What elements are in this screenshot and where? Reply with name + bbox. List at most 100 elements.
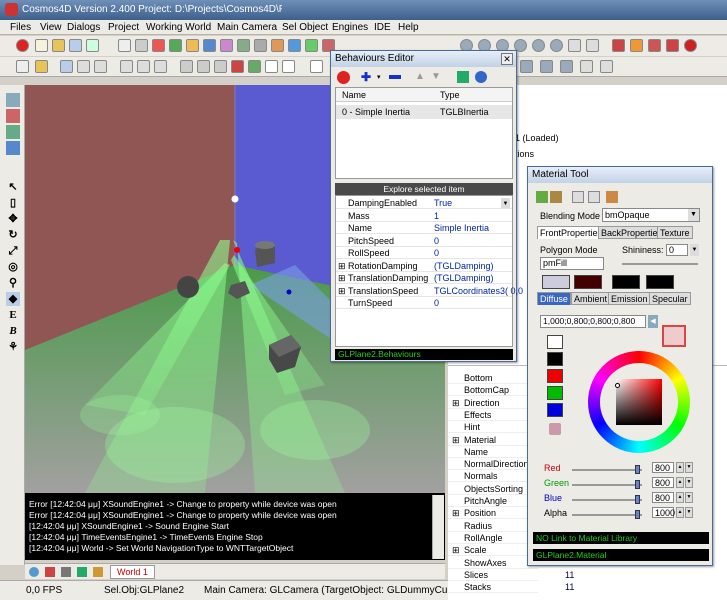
property-row[interactable]: Bottom	[448, 372, 538, 384]
property-row[interactable]: ⊞ Material	[448, 434, 538, 446]
tab-specular[interactable]: Specular	[649, 292, 691, 305]
target-icon[interactable]: ◎	[6, 260, 20, 274]
behaviour-property-row[interactable]: Name Simple Inertia	[336, 222, 512, 234]
behaviour-property-row[interactable]: TurnSpeed 0	[336, 297, 512, 309]
tab-texture[interactable]: Texture	[657, 226, 693, 239]
light-icon[interactable]	[186, 39, 199, 52]
material-icon[interactable]	[6, 125, 20, 139]
tree-icon[interactable]	[169, 39, 182, 52]
sound-icon[interactable]	[254, 39, 267, 52]
doc-icon[interactable]	[310, 60, 323, 73]
export-icon[interactable]	[77, 567, 87, 577]
property-row[interactable]: ⊞ Scale	[448, 544, 538, 557]
slider-knob[interactable]	[635, 510, 641, 519]
chevron-down-icon[interactable]: ▼	[690, 244, 699, 256]
behaviour-property-row[interactable]: ⊞ RotationDamping (TGLDamping)	[336, 260, 512, 272]
property-row[interactable]: ⊞ Direction	[448, 397, 538, 409]
list-item[interactable]: 0 - Simple Inertia TGLBInertia	[336, 105, 512, 119]
behaviour-property-row[interactable]: ⊞ TranslationSpeed TGLCoordinates3( 0,0	[336, 285, 523, 297]
material-paste-icon[interactable]	[588, 191, 600, 203]
spin-up-icon[interactable]: ▲	[676, 492, 684, 503]
tab-front-properties[interactable]: FrontProperties	[537, 226, 606, 239]
tree-options-item[interactable]: tions	[515, 149, 534, 159]
material-palette-icon[interactable]	[550, 191, 562, 203]
swatch-diffuse[interactable]	[542, 275, 570, 289]
folder-icon[interactable]	[35, 60, 48, 73]
tab-back-properties[interactable]: BackProperties	[598, 226, 666, 239]
expand-icon[interactable]: ⊞	[338, 260, 346, 272]
menu-dialogs[interactable]: Dialogs	[67, 22, 100, 33]
remove-behaviour-icon[interactable]	[389, 75, 401, 79]
color-wheel[interactable]	[588, 351, 690, 453]
menu-working-world[interactable]: Working World	[146, 22, 211, 33]
object-icon[interactable]	[152, 39, 165, 52]
swatch-green[interactable]	[547, 386, 563, 400]
color-value-input[interactable]: 1,000;0,800;0,800;0,800	[540, 315, 646, 328]
chart-icon[interactable]	[93, 567, 103, 577]
texture-icon[interactable]	[237, 39, 250, 52]
swatch-blue[interactable]	[547, 403, 563, 417]
slider-knob[interactable]	[635, 465, 641, 474]
log-scrollbar[interactable]	[432, 495, 444, 559]
picture-icon[interactable]	[231, 60, 244, 73]
add-behaviour-icon[interactable]: ✚	[361, 71, 375, 84]
channel-value[interactable]: 1000	[652, 507, 675, 518]
swatch-black[interactable]	[547, 352, 563, 366]
help-icon[interactable]	[475, 71, 487, 83]
property-row[interactable]: Normals	[448, 470, 538, 483]
polygon-mode-select[interactable]: pmFill	[540, 257, 604, 270]
menu-engines[interactable]: Engines	[332, 22, 368, 33]
behaviour-property-value[interactable]: True	[434, 197, 452, 209]
behaviour-property-row[interactable]: PitchSpeed 0	[336, 235, 512, 247]
close-icon[interactable]: ✕	[501, 53, 513, 65]
camera-icon[interactable]	[203, 39, 216, 52]
channel-value[interactable]: 800	[652, 462, 674, 473]
move-tool-icon[interactable]: ✥	[6, 212, 20, 226]
saturation-square[interactable]	[616, 379, 662, 425]
swatch-ambient[interactable]	[574, 275, 602, 289]
channel-slider[interactable]	[572, 510, 642, 519]
move-icon[interactable]	[180, 60, 193, 73]
expand-icon[interactable]: ⊞	[338, 285, 346, 297]
channel-value[interactable]: 800	[652, 477, 674, 488]
spin-down-icon[interactable]: ▼	[685, 477, 693, 488]
object-add-icon[interactable]	[612, 39, 625, 52]
save-disk-icon[interactable]	[60, 60, 73, 73]
behaviour-property-value[interactable]: TGLCoordinates3( 0,0	[434, 285, 523, 297]
paint-icon[interactable]	[6, 109, 20, 123]
spin-down-icon[interactable]: ▼	[685, 507, 693, 518]
property-row[interactable]: RollAngle	[448, 532, 538, 544]
shader-icon[interactable]	[220, 39, 233, 52]
behaviour-property-row[interactable]: Mass 1	[336, 210, 512, 222]
text-b-icon[interactable]	[282, 60, 295, 73]
new-icon[interactable]	[35, 39, 48, 52]
chevron-down-icon[interactable]: ▾	[377, 73, 385, 83]
expand-icon[interactable]: ⊞	[338, 272, 346, 284]
spin-up-icon[interactable]: ▲	[676, 477, 684, 488]
grid-toggle-icon[interactable]	[568, 39, 581, 52]
menu-sel-object[interactable]: Sel Object	[282, 22, 328, 33]
blending-mode-select[interactable]: bmOpaque	[602, 208, 700, 222]
zoom-icon[interactable]	[550, 39, 563, 52]
color-picker-icon[interactable]	[549, 423, 561, 435]
layers-icon[interactable]	[6, 141, 20, 155]
stop-icon[interactable]	[16, 39, 29, 52]
spin-down-icon[interactable]: ▼	[685, 462, 693, 473]
scale-left-icon[interactable]: ⤢	[6, 244, 20, 258]
frame-icon[interactable]	[580, 60, 593, 73]
duplicate-icon[interactable]	[137, 60, 150, 73]
spin-up-icon[interactable]: ▲	[676, 462, 684, 473]
property-row[interactable]: Effects	[448, 409, 538, 421]
property-row[interactable]: Stacks	[448, 581, 538, 594]
engine-icon[interactable]	[288, 39, 301, 52]
tab-world-1[interactable]: World 1	[110, 565, 155, 579]
expand-icon[interactable]: ⊞	[452, 397, 460, 409]
expand-icon[interactable]: ⊞	[452, 544, 460, 556]
text-e-icon[interactable]	[265, 60, 278, 73]
property-row[interactable]: ObjectsSorting	[448, 483, 538, 495]
world-icon[interactable]	[29, 567, 39, 577]
tree-loaded-item[interactable]: 1 (Loaded)	[515, 133, 559, 143]
swatch-emission[interactable]	[612, 275, 640, 289]
column-name[interactable]: Name	[342, 90, 366, 100]
material-copy-icon[interactable]	[572, 191, 584, 203]
